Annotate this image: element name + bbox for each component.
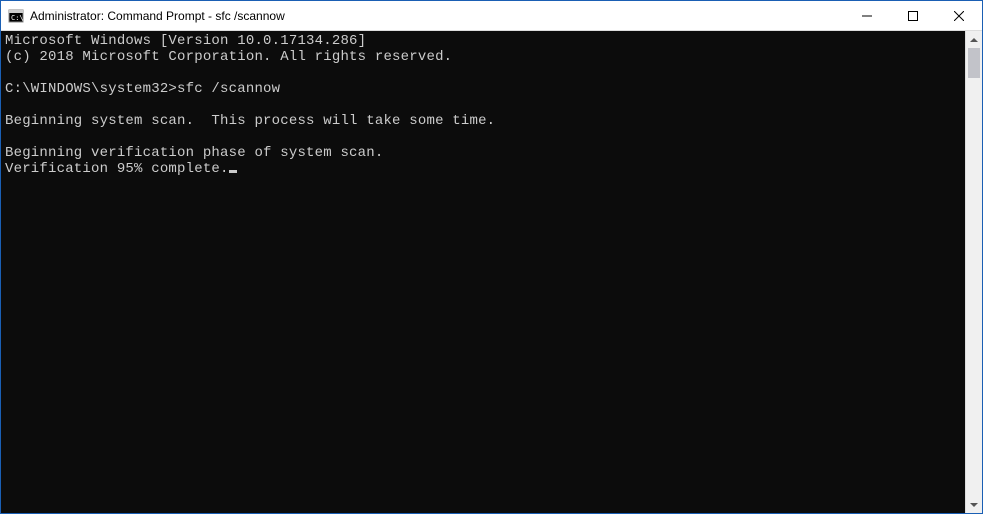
- scan-begin-line: Beginning system scan. This process will…: [5, 113, 495, 129]
- verify-progress-line: Verification 95% complete.: [5, 161, 229, 177]
- prompt-line: C:\WINDOWS\system32>sfc /scannow: [5, 81, 280, 97]
- cmd-icon: C:\: [8, 8, 24, 24]
- text-cursor: [229, 170, 237, 173]
- terminal-output[interactable]: Microsoft Windows [Version 10.0.17134.28…: [1, 31, 965, 513]
- svg-text:C:\: C:\: [11, 14, 24, 22]
- version-line: Microsoft Windows [Version 10.0.17134.28…: [5, 33, 366, 49]
- minimize-button[interactable]: [844, 1, 890, 30]
- verify-begin-line: Beginning verification phase of system s…: [5, 145, 383, 161]
- command-prompt-window: C:\ Administrator: Command Prompt - sfc …: [0, 0, 983, 514]
- scroll-up-arrow-icon[interactable]: [966, 31, 982, 48]
- maximize-button[interactable]: [890, 1, 936, 30]
- close-button[interactable]: [936, 1, 982, 30]
- window-controls: [844, 1, 982, 30]
- scroll-down-arrow-icon[interactable]: [966, 496, 982, 513]
- vertical-scrollbar[interactable]: [965, 31, 982, 513]
- scroll-thumb[interactable]: [968, 48, 980, 78]
- copyright-line: (c) 2018 Microsoft Corporation. All righ…: [5, 49, 452, 65]
- scroll-track[interactable]: [966, 48, 982, 496]
- client-area: Microsoft Windows [Version 10.0.17134.28…: [1, 31, 982, 513]
- titlebar[interactable]: C:\ Administrator: Command Prompt - sfc …: [1, 1, 982, 31]
- window-title: Administrator: Command Prompt - sfc /sca…: [30, 9, 844, 23]
